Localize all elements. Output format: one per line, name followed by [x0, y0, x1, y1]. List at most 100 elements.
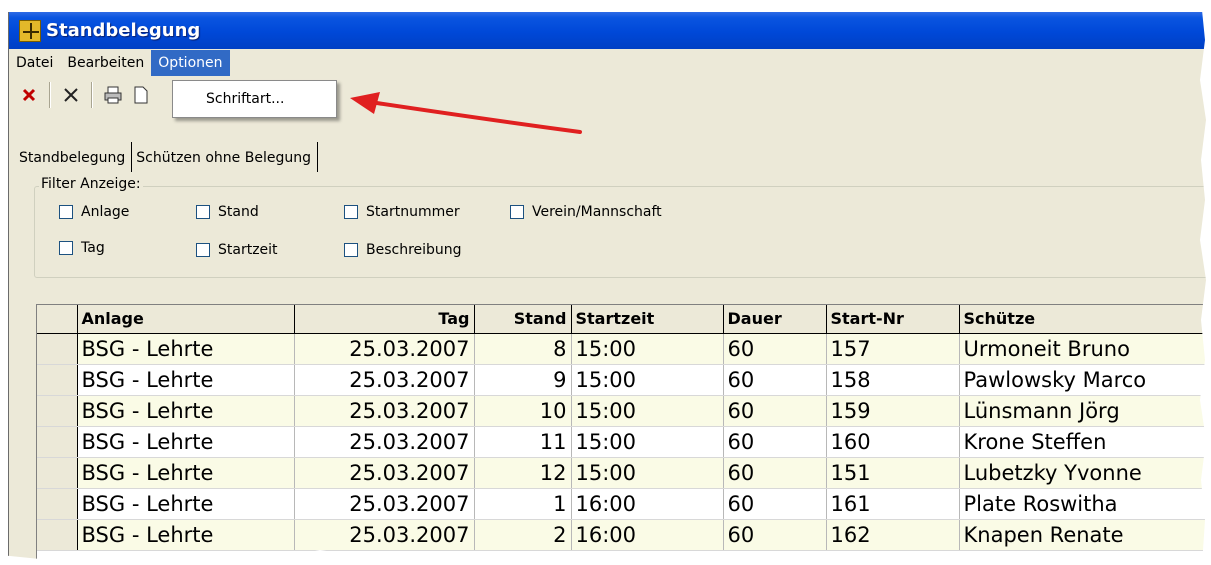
- filter-tag[interactable]: Tag: [59, 240, 105, 256]
- cell-tag[interactable]: 25.03.2007: [294, 457, 475, 489]
- table-row[interactable]: BSG - Lehrte 25.03.2007 1 16:00 60 161 P…: [37, 488, 1211, 520]
- cell-tag[interactable]: 25.03.2007: [294, 426, 475, 458]
- filter-startnummer[interactable]: Startnummer: [344, 204, 460, 220]
- row-selector[interactable]: [37, 457, 78, 489]
- tab-standbelegung[interactable]: Standbelegung: [15, 142, 133, 172]
- row-selector[interactable]: [37, 333, 78, 365]
- annotation-arrow: [350, 92, 582, 134]
- cell-anlage[interactable]: BSG - Lehrte: [77, 395, 295, 427]
- cell-stand[interactable]: 10: [474, 395, 572, 427]
- cell-start-nr[interactable]: 151: [826, 457, 960, 489]
- cell-stand[interactable]: 8: [474, 333, 572, 365]
- cell-start-nr[interactable]: 160: [826, 426, 960, 458]
- cell-stand[interactable]: 12: [474, 457, 572, 489]
- checkbox-startzeit[interactable]: [196, 243, 210, 257]
- filter-verein[interactable]: Verein/Mannschaft: [510, 204, 662, 220]
- checkbox-verein[interactable]: [510, 205, 524, 219]
- cell-dauer[interactable]: 60: [723, 395, 827, 427]
- cell-start-nr[interactable]: 158: [826, 364, 960, 396]
- cell-startzeit[interactable]: 16:00: [571, 488, 724, 520]
- cell-startzeit[interactable]: 15:00: [571, 364, 724, 396]
- filter-title: Filter Anzeige:: [39, 176, 143, 192]
- table-row[interactable]: BSG - Lehrte 25.03.2007 10 15:00 60 159 …: [37, 395, 1211, 427]
- menu-optionen[interactable]: Optionen: [151, 49, 230, 76]
- cell-dauer[interactable]: 60: [723, 457, 827, 489]
- checkbox-stand[interactable]: [196, 205, 210, 219]
- cell-stand[interactable]: 11: [474, 426, 572, 458]
- filter-beschreibung[interactable]: Beschreibung: [344, 242, 462, 258]
- column-header-dauer[interactable]: Dauer: [723, 305, 827, 334]
- filter-groupbox: [34, 186, 1211, 278]
- filter-startzeit[interactable]: Startzeit: [196, 242, 278, 258]
- cell-anlage[interactable]: BSG - Lehrte: [77, 364, 295, 396]
- cell-startzeit[interactable]: 15:00: [571, 333, 724, 365]
- checkbox-tag[interactable]: [59, 241, 73, 255]
- cell-startzeit[interactable]: 15:00: [571, 457, 724, 489]
- cell-schuetze[interactable]: Urmoneit Bruno: [959, 333, 1211, 365]
- cell-stand[interactable]: 1: [474, 488, 572, 520]
- cell-schuetze[interactable]: Lünsmann Jörg: [959, 395, 1211, 427]
- menu-datei[interactable]: Datei: [9, 50, 60, 76]
- cell-stand[interactable]: 9: [474, 364, 572, 396]
- print-preview-icon[interactable]: [127, 80, 155, 110]
- filter-stand[interactable]: Stand: [196, 204, 259, 220]
- checkbox-anlage[interactable]: [59, 205, 73, 219]
- delete-red-icon[interactable]: [15, 80, 43, 110]
- cell-start-nr[interactable]: 157: [826, 333, 960, 365]
- row-selector[interactable]: [37, 426, 78, 458]
- table-row[interactable]: BSG - Lehrte 25.03.2007 11 15:00 60 160 …: [37, 426, 1211, 458]
- table-row[interactable]: BSG - Lehrte 25.03.2007 8 15:00 60 157 U…: [37, 333, 1211, 365]
- table-row[interactable]: BSG - Lehrte 25.03.2007 12 15:00 60 151 …: [37, 457, 1211, 489]
- cell-tag[interactable]: 25.03.2007: [294, 395, 475, 427]
- cell-dauer[interactable]: 60: [723, 426, 827, 458]
- cell-anlage[interactable]: BSG - Lehrte: [77, 488, 295, 520]
- cell-schuetze[interactable]: Krone Steffen: [959, 426, 1211, 458]
- table-row[interactable]: BSG - Lehrte 25.03.2007 9 15:00 60 158 P…: [37, 364, 1211, 396]
- column-header-start-nr[interactable]: Start-Nr: [826, 305, 960, 334]
- column-header-stand[interactable]: Stand: [474, 305, 572, 334]
- cell-dauer[interactable]: 60: [723, 333, 827, 365]
- close-x-icon[interactable]: [57, 80, 85, 110]
- cell-dauer[interactable]: 60: [723, 488, 827, 520]
- row-selector[interactable]: [37, 488, 78, 520]
- app-icon[interactable]: [19, 19, 41, 42]
- menu-bearbeiten[interactable]: Bearbeiten: [60, 50, 151, 76]
- cell-startzeit[interactable]: 15:00: [571, 395, 724, 427]
- menu-bar: Datei Bearbeiten Optionen: [9, 49, 1211, 76]
- cell-anlage[interactable]: BSG - Lehrte: [77, 426, 295, 458]
- tab-schuetzen-ohne-belegung[interactable]: Schützen ohne Belegung: [132, 142, 318, 172]
- cell-start-nr[interactable]: 161: [826, 488, 960, 520]
- toolbar-separator: [49, 82, 51, 108]
- cell-tag[interactable]: 25.03.2007: [294, 488, 475, 520]
- cell-anlage[interactable]: BSG - Lehrte: [77, 457, 295, 489]
- filter-verein-label: Verein/Mannschaft: [532, 204, 662, 220]
- header-row: Anlage Tag Stand Startzeit Dauer Start-N…: [37, 305, 1211, 334]
- checkbox-beschreibung[interactable]: [344, 243, 358, 257]
- window-title: Standbelegung: [46, 20, 201, 41]
- title-bar[interactable]: Standbelegung: [9, 12, 1211, 49]
- column-header-startzeit[interactable]: Startzeit: [571, 305, 724, 334]
- cell-start-nr[interactable]: 159: [826, 395, 960, 427]
- checkbox-startnummer[interactable]: [344, 205, 358, 219]
- filter-anlage[interactable]: Anlage: [59, 204, 129, 220]
- row-selector[interactable]: [37, 395, 78, 427]
- menu-item-schriftart[interactable]: Schriftart...: [176, 84, 333, 114]
- cell-startzeit[interactable]: 15:00: [571, 426, 724, 458]
- column-header-schuetze[interactable]: Schütze: [959, 305, 1211, 334]
- cell-tag[interactable]: 25.03.2007: [294, 364, 475, 396]
- cell-dauer[interactable]: 60: [723, 364, 827, 396]
- cell-schuetze[interactable]: Pawlowsky Marco: [959, 364, 1211, 396]
- print-icon[interactable]: [99, 80, 127, 110]
- toolbar-separator: [91, 82, 93, 108]
- column-header-anlage[interactable]: Anlage: [77, 305, 295, 334]
- row-selector-header[interactable]: [37, 305, 78, 334]
- cell-anlage[interactable]: BSG - Lehrte: [77, 333, 295, 365]
- filter-beschreibung-label: Beschreibung: [366, 242, 462, 258]
- belegung-table: Anlage Tag Stand Startzeit Dauer Start-N…: [37, 305, 1211, 551]
- cell-schuetze[interactable]: Plate Roswitha: [959, 488, 1211, 520]
- row-selector[interactable]: [37, 364, 78, 396]
- cell-tag[interactable]: 25.03.2007: [294, 333, 475, 365]
- filter-stand-label: Stand: [218, 204, 259, 220]
- cell-schuetze[interactable]: Lubetzky Yvonne: [959, 457, 1211, 489]
- column-header-tag[interactable]: Tag: [294, 305, 475, 334]
